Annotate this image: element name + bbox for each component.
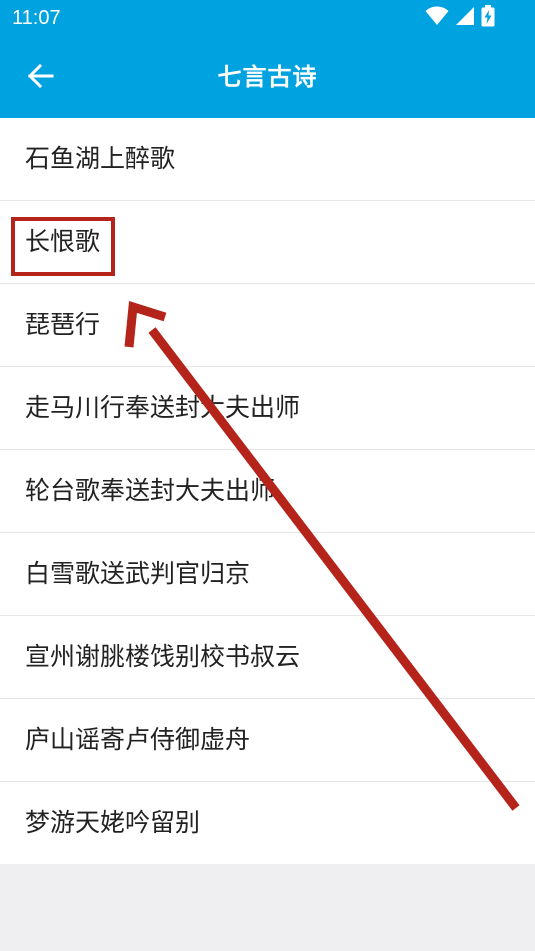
list-item[interactable]: 庐山谣寄卢侍御虚舟 <box>0 699 535 782</box>
list-item[interactable]: 白雪歌送武判官归京 <box>0 533 535 616</box>
phone-screen: 11:07 七言古诗 石鱼湖上醉歌 长恨歌 琵琶行 走马川行奉送封大夫出师 轮台… <box>0 0 535 951</box>
list-item-label: 白雪歌送武判官归京 <box>25 559 251 588</box>
list-item[interactable]: 走马川行奉送封大夫出师 <box>0 367 535 450</box>
list-item[interactable]: 宣州谢朓楼饯别校书叔云 <box>0 616 535 699</box>
list-item-label: 庐山谣寄卢侍御虚舟 <box>25 725 251 754</box>
cell-signal-icon <box>455 6 475 30</box>
list-item-label: 轮台歌奉送封大夫出师 <box>25 476 276 505</box>
wifi-icon <box>425 6 449 30</box>
list-item[interactable]: 琵琶行 <box>0 284 535 367</box>
list-item-label: 石鱼湖上醉歌 <box>25 144 176 173</box>
list-item[interactable]: 梦游天姥吟留别 <box>0 782 535 864</box>
list-item[interactable]: 长恨歌 <box>0 201 535 284</box>
list-item-label: 长恨歌 <box>25 227 101 256</box>
battery-charging-icon <box>481 5 495 31</box>
list-item[interactable]: 轮台歌奉送封大夫出师 <box>0 450 535 533</box>
list-item-label: 琵琶行 <box>25 310 101 339</box>
list-item-label: 宣州谢朓楼饯别校书叔云 <box>25 642 301 671</box>
list-item-label: 走马川行奉送封大夫出师 <box>25 393 301 422</box>
app-bar: 七言古诗 <box>0 36 535 118</box>
status-icons <box>425 5 495 31</box>
page-title: 七言古诗 <box>217 63 318 91</box>
list-item-label: 梦游天姥吟留别 <box>25 808 201 837</box>
poem-list: 石鱼湖上醉歌 长恨歌 琵琶行 走马川行奉送封大夫出师 轮台歌奉送封大夫出师 白雪… <box>0 118 535 864</box>
list-item[interactable]: 石鱼湖上醉歌 <box>0 118 535 201</box>
status-time: 11:07 <box>12 7 61 29</box>
status-bar: 11:07 <box>0 0 535 36</box>
